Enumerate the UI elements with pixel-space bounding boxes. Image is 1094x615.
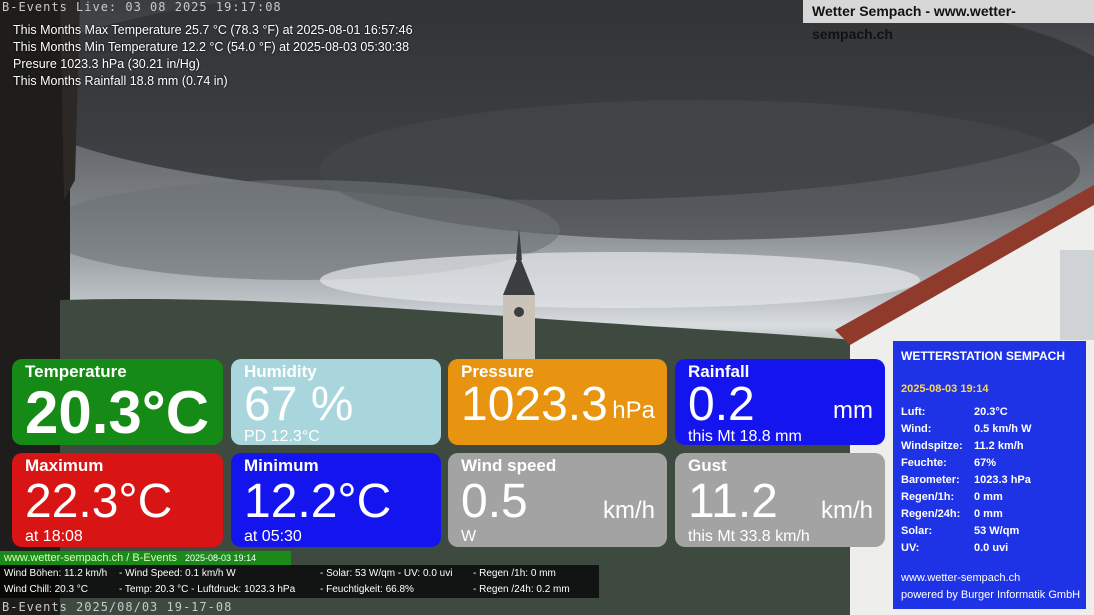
maximum-time: at 18:08 bbox=[25, 528, 83, 545]
maximum-tile: Maximum 22.3°C at 18:08 bbox=[12, 453, 223, 547]
wind-speed-unit: km/h bbox=[602, 497, 655, 524]
camera-timestamp-overlay: B-Events Live: 03 08 2025 19:17:08 bbox=[2, 0, 282, 14]
humidity-value: 67 % bbox=[244, 378, 354, 431]
rainfall-month-total: this Mt 18.8 mm bbox=[688, 428, 802, 445]
ticker-solar-uv: - Solar: 53 W/qm - UV: 0.0 uvi bbox=[320, 568, 453, 579]
gust-month-max: this Mt 33.8 km/h bbox=[688, 528, 810, 545]
site-title-banner: Wetter Sempach - www.wetter-sempach.ch bbox=[803, 0, 1094, 42]
station-row: Regen/24h: 0 mm bbox=[901, 505, 1031, 522]
ticker-rain-24h: - Regen /24h: 0.2 mm bbox=[473, 584, 570, 595]
month-stat-pressure: Presure 1023.3 hPa (30.21 in/Hg) bbox=[13, 57, 200, 71]
station-value: 53 W/qm bbox=[974, 524, 1020, 537]
site-ticker-datetime: 2025-08-03 19:14 bbox=[185, 553, 257, 563]
humidity-tile: Humidity 67 % PD 12.3°C bbox=[231, 359, 441, 445]
station-value: 0.0 uvi bbox=[974, 541, 1009, 554]
minimum-value: 12.2°C bbox=[244, 475, 392, 528]
tile-title: Maximum bbox=[25, 456, 104, 475]
pressure-tile: Pressure 1023.3 hPa bbox=[448, 359, 667, 445]
month-stats: This Months Max Temperature 25.7 °C (78.… bbox=[13, 22, 413, 90]
gust-tile: Gust 11.2 km/h this Mt 33.8 km/h bbox=[675, 453, 885, 547]
station-label: Feuchte: bbox=[901, 456, 947, 469]
wind-speed-tile: Wind speed 0.5 km/h W bbox=[448, 453, 667, 547]
station-value: 67% bbox=[974, 456, 997, 469]
gust-unit: km/h bbox=[820, 497, 873, 524]
station-title: WETTERSTATION SEMPACH bbox=[901, 349, 1065, 363]
ticker-rain-1h: - Regen /1h: 0 mm bbox=[473, 568, 556, 579]
ticker-wind-chill: Wind Chill: 20.3 °C bbox=[4, 584, 89, 595]
station-website-link[interactable]: www.wetter-sempach.ch bbox=[901, 570, 1080, 587]
station-label: Wind: bbox=[901, 422, 932, 435]
ticker-wind-gust: Wind Böhen: 11.2 km/h bbox=[4, 568, 108, 579]
month-stat-min: This Months Min Temperature 12.2 °C (54.… bbox=[13, 40, 410, 54]
station-row: Barometer: 1023.3 hPa bbox=[901, 471, 1031, 488]
station-row: Regen/1h: 0 mm bbox=[901, 488, 1031, 505]
site-ticker-header: www.wetter-sempach.ch / B-Events 2025-08-… bbox=[0, 551, 291, 565]
weather-ticker: Wind Böhen: 11.2 km/h - Wind Speed: 0.1 … bbox=[0, 565, 599, 598]
station-label: Windspitze: bbox=[901, 439, 963, 452]
station-datetime: 2025-08-03 19:14 bbox=[901, 383, 989, 395]
station-label: Luft: bbox=[901, 405, 926, 418]
wind-direction: W bbox=[461, 528, 477, 545]
station-row: Feuchte: 67% bbox=[901, 454, 1031, 471]
tile-title: Wind speed bbox=[461, 456, 557, 475]
station-readings: Luft: 20.3°C Wind: 0.5 km/h W Windspitze: 1… bbox=[901, 403, 1031, 556]
ticker-temp-pressure: - Temp: 20.3 °C - Luftdruck: 1023.3 hPa bbox=[119, 584, 296, 595]
station-panel: WETTERSTATION SEMPACH 2025-08-03 19:14 L… bbox=[893, 341, 1086, 609]
station-value: 0 mm bbox=[974, 507, 1003, 520]
station-label: Regen/1h: bbox=[901, 490, 955, 503]
maximum-value: 22.3°C bbox=[25, 475, 173, 528]
minimum-tile: Minimum 12.2°C at 05:30 bbox=[231, 453, 441, 547]
pressure-unit: hPa bbox=[612, 397, 655, 424]
station-value: 0.5 km/h W bbox=[974, 422, 1032, 435]
station-label: Solar: bbox=[901, 524, 933, 537]
site-ticker-text: www.wetter-sempach.ch / B-Events bbox=[4, 552, 178, 564]
camera-timestamp-bottom: B-Events 2025/08/03 19-17-08 bbox=[2, 600, 233, 614]
month-stat-rainfall: This Months Rainfall 18.8 mm (0.74 in) bbox=[13, 74, 228, 88]
ticker-wind-speed: - Wind Speed: 0.1 km/h W bbox=[119, 568, 236, 579]
rainfall-tile: Rainfall 0.2 mm this Mt 18.8 mm bbox=[675, 359, 885, 445]
station-row: Windspitze: 11.2 km/h bbox=[901, 437, 1031, 454]
station-row: UV: 0.0 uvi bbox=[901, 539, 1031, 556]
ticker-humidity: - Feuchtigkeit: 66.8% bbox=[320, 584, 414, 595]
minimum-time: at 05:30 bbox=[244, 528, 302, 545]
station-powered-by: powered by Burger Informatik GmbH bbox=[901, 589, 1081, 601]
month-stat-max: This Months Max Temperature 25.7 °C (78.… bbox=[13, 23, 413, 37]
tile-title: Minimum bbox=[244, 456, 319, 475]
station-value: 1023.3 hPa bbox=[974, 473, 1031, 486]
station-row: Wind: 0.5 km/h W bbox=[901, 420, 1031, 437]
station-value: 0 mm bbox=[974, 490, 1003, 503]
temperature-tile: Temperature 20.3°C bbox=[12, 359, 223, 445]
station-value: 20.3°C bbox=[974, 405, 1008, 418]
station-footer: www.wetter-sempach.ch powered by Burger … bbox=[901, 570, 1080, 604]
station-label: Regen/24h: bbox=[901, 507, 961, 520]
station-value: 11.2 km/h bbox=[974, 439, 1024, 452]
station-row: Solar: 53 W/qm bbox=[901, 522, 1031, 539]
station-label: Barometer: bbox=[901, 473, 960, 486]
station-row: Luft: 20.3°C bbox=[901, 403, 1031, 420]
station-label: UV: bbox=[901, 541, 920, 554]
rainfall-unit: mm bbox=[833, 397, 873, 424]
temperature-value: 20.3°C bbox=[25, 379, 210, 445]
tile-title: Gust bbox=[688, 456, 727, 475]
